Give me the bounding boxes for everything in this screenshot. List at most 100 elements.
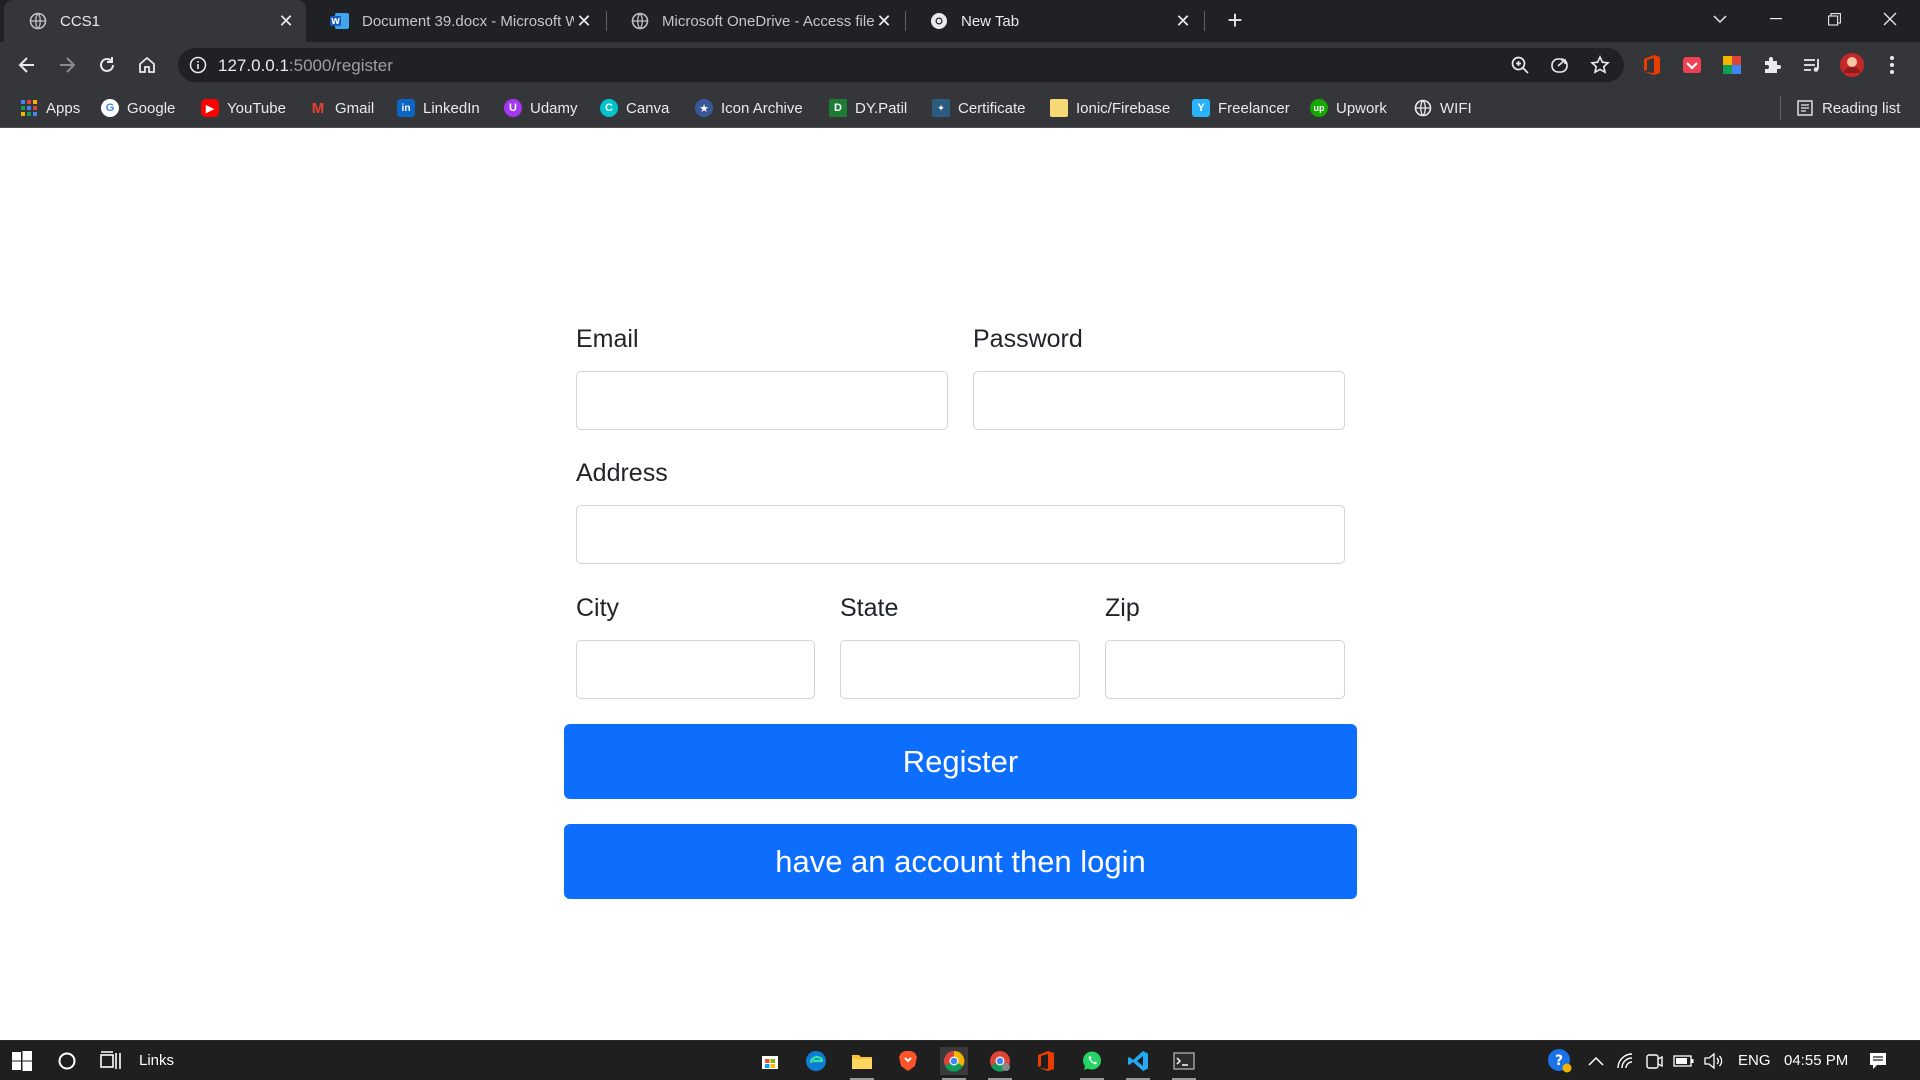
windows-start-icon[interactable] <box>8 1047 36 1075</box>
close-icon[interactable]: ✕ <box>574 11 594 31</box>
login-button[interactable]: have an account then login <box>564 824 1357 899</box>
state-label: State <box>840 594 899 622</box>
reading-list-icon <box>1796 99 1814 117</box>
dypatil-icon: D <box>829 99 847 117</box>
bookmark-label: DY.Patil <box>855 99 908 117</box>
folder-icon <box>1050 99 1068 117</box>
google-icon: G <box>101 99 119 117</box>
gmail-icon: M <box>311 99 325 117</box>
edge-browser-icon[interactable] <box>802 1047 830 1075</box>
close-window-button[interactable] <box>1862 0 1918 38</box>
pocket-extension-icon[interactable] <box>1676 49 1708 81</box>
reading-list-button[interactable]: Reading list <box>1796 97 1900 119</box>
profile-avatar[interactable] <box>1836 49 1868 81</box>
address-bar[interactable]: 127.0.0.1:5000/register <box>178 48 1624 82</box>
bookmark-google[interactable]: G Google <box>101 97 175 119</box>
back-button[interactable] <box>11 49 43 81</box>
bookmark-dypatil[interactable]: D DY.Patil <box>829 97 907 119</box>
bookmark-label: WIFI <box>1440 99 1472 117</box>
clock-time[interactable]: 04:55 PM <box>1784 1052 1848 1069</box>
state-field[interactable] <box>840 640 1080 699</box>
bookmark-wifi[interactable]: WIFI <box>1414 97 1472 119</box>
microsoft-store-icon[interactable] <box>756 1047 784 1075</box>
battery-icon[interactable] <box>1670 1047 1698 1075</box>
bookmarks-divider <box>1780 96 1781 120</box>
tab-word-document[interactable]: W Document 39.docx - Microsoft W ✕ <box>306 0 604 42</box>
minimize-button[interactable] <box>1748 0 1804 38</box>
forward-button[interactable] <box>51 49 83 81</box>
chrome-taskbar-icon[interactable] <box>940 1047 968 1080</box>
share-icon[interactable] <box>1548 53 1572 77</box>
tab-title: New Tab <box>961 12 1020 30</box>
zip-field[interactable] <box>1105 640 1345 699</box>
links-toolbar-label[interactable]: Links <box>139 1052 174 1069</box>
chevron-up-icon[interactable] <box>1582 1047 1610 1075</box>
tab-search-icon[interactable] <box>1692 0 1748 38</box>
terminal-icon[interactable] <box>1170 1047 1198 1080</box>
close-icon[interactable]: ✕ <box>874 11 894 31</box>
svg-text:?: ? <box>1555 1053 1563 1069</box>
email-field[interactable] <box>576 371 948 430</box>
bookmark-canva[interactable]: C Canva <box>600 97 669 119</box>
close-icon[interactable]: ✕ <box>276 11 296 31</box>
menu-kebab-icon[interactable] <box>1876 49 1908 81</box>
bookmark-udamy[interactable]: U Udamy <box>504 97 578 119</box>
address-label: Address <box>576 459 668 487</box>
bookmark-gmail[interactable]: M Gmail <box>309 97 374 119</box>
zoom-icon[interactable] <box>1508 53 1532 77</box>
bookmark-youtube[interactable]: ▶ YouTube <box>201 97 286 119</box>
chrome-icon <box>929 11 949 31</box>
bookmark-apps[interactable]: Apps <box>20 97 80 119</box>
bookmark-label: Google <box>127 99 176 117</box>
restore-button[interactable] <box>1806 0 1862 38</box>
vscode-icon[interactable] <box>1124 1047 1152 1080</box>
tab-divider <box>1204 11 1205 31</box>
address-field[interactable] <box>576 505 1345 564</box>
bookmark-linkedin[interactable]: in LinkedIn <box>397 97 480 119</box>
whatsapp-icon[interactable] <box>1078 1047 1106 1080</box>
tab-ccs1[interactable]: CCS1 ✕ <box>4 0 306 42</box>
help-icon[interactable]: ? <box>1546 1047 1574 1075</box>
bookmark-certificate[interactable]: ✦ Certificate <box>932 97 1026 119</box>
bookmark-label: Icon Archive <box>721 99 803 117</box>
close-icon[interactable]: ✕ <box>1173 11 1193 31</box>
url-text: 127.0.0.1:5000/register <box>218 56 393 76</box>
brave-browser-icon[interactable] <box>894 1047 922 1075</box>
chrome-profile-icon[interactable] <box>986 1047 1014 1080</box>
register-button[interactable]: Register <box>564 724 1357 799</box>
extensions-puzzle-icon[interactable] <box>1756 49 1788 81</box>
notifications-icon[interactable] <box>1864 1047 1892 1075</box>
input-language[interactable]: ENG <box>1738 1052 1771 1069</box>
color-extension-icon[interactable] <box>1716 49 1748 81</box>
tab-new-tab[interactable]: New Tab ✕ <box>905 0 1203 42</box>
info-icon[interactable] <box>188 55 208 80</box>
media-control-icon[interactable] <box>1796 49 1828 81</box>
cortana-search-icon[interactable] <box>53 1047 81 1075</box>
zip-label: Zip <box>1105 594 1140 622</box>
svg-text:W: W <box>331 17 340 26</box>
bookmark-label: LinkedIn <box>423 99 480 117</box>
word-icon: W <box>330 11 350 31</box>
office-icon[interactable] <box>1032 1047 1060 1075</box>
reload-button[interactable] <box>91 49 123 81</box>
meet-now-icon[interactable] <box>1640 1047 1668 1075</box>
password-field[interactable] <box>973 371 1345 430</box>
wifi-icon[interactable] <box>1612 1047 1640 1075</box>
city-field[interactable] <box>576 640 815 699</box>
bookmark-icon-archive[interactable]: ★ Icon Archive <box>695 97 803 119</box>
office-extension-icon[interactable] <box>1636 49 1668 81</box>
bookmark-star-icon[interactable] <box>1588 53 1612 77</box>
bookmark-label: Certificate <box>958 99 1026 117</box>
tab-title: CCS1 <box>60 12 101 30</box>
task-view-icon[interactable] <box>97 1047 125 1075</box>
bookmark-label: Freelancer <box>1218 99 1290 117</box>
upwork-icon: up <box>1310 99 1328 117</box>
new-tab-button[interactable]: + <box>1220 6 1250 36</box>
home-button[interactable] <box>131 49 163 81</box>
bookmark-freelancer[interactable]: Y Freelancer <box>1192 97 1290 119</box>
tab-onedrive[interactable]: Microsoft OneDrive - Access files ✕ <box>606 0 904 42</box>
bookmark-upwork[interactable]: up Upwork <box>1310 97 1387 119</box>
volume-icon[interactable] <box>1700 1047 1728 1075</box>
bookmark-ionic-firebase[interactable]: Ionic/Firebase <box>1050 97 1170 119</box>
file-explorer-icon[interactable] <box>848 1047 876 1080</box>
